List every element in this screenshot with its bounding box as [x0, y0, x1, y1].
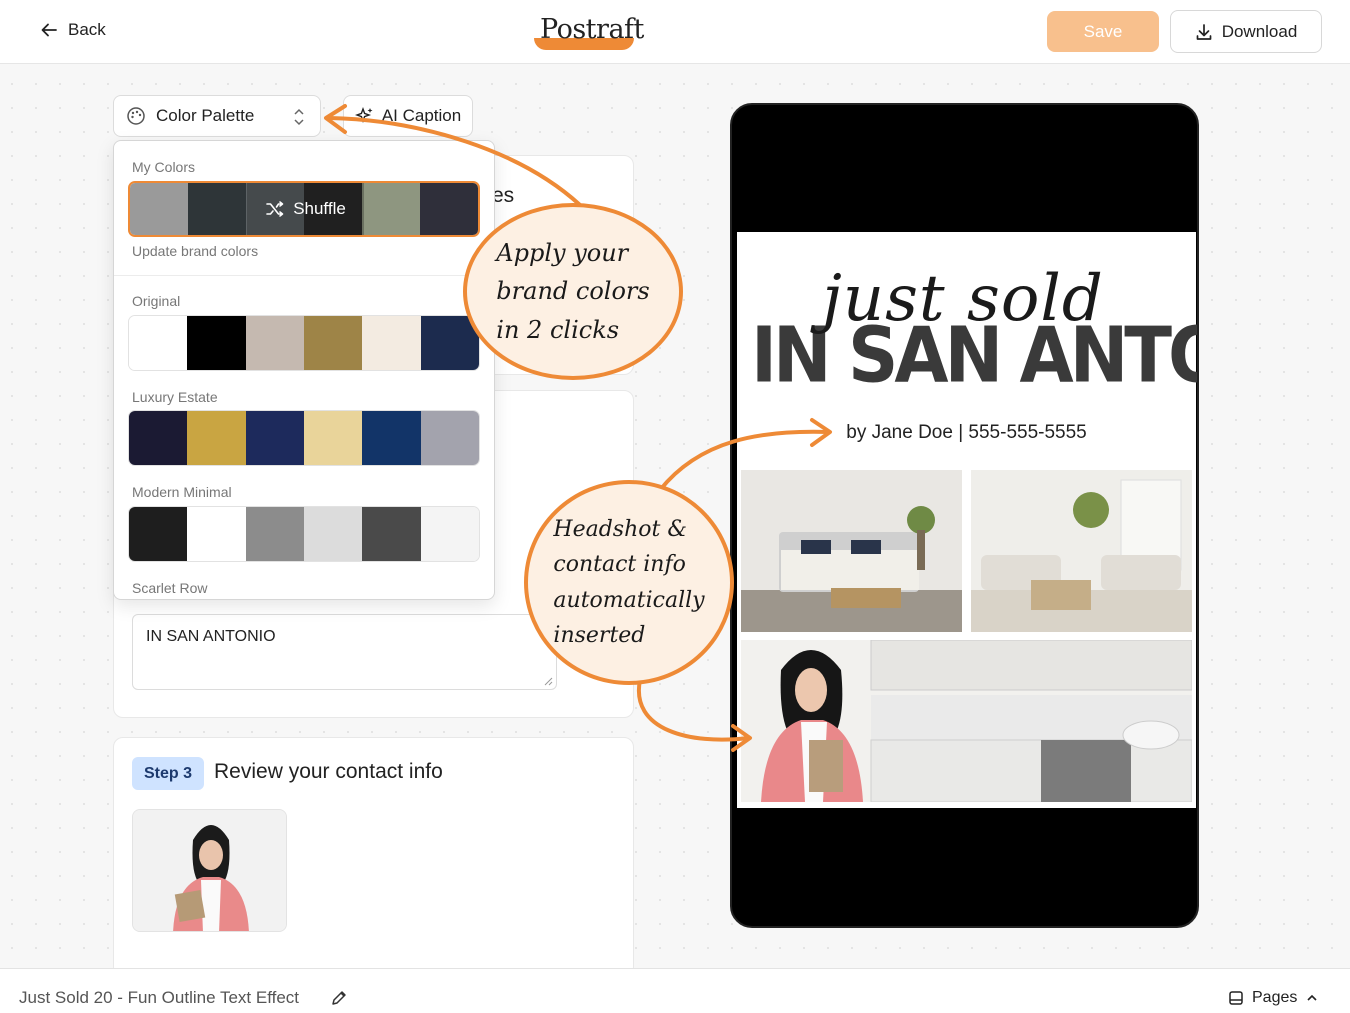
post-preview-phone: IN SAN ANTONIO just sold by Jane Doe | 5… [730, 103, 1199, 928]
bubble-line: contact info [553, 552, 686, 578]
color-swatch[interactable] [129, 411, 188, 465]
color-swatch[interactable] [420, 411, 479, 465]
bubble-line: Apply your [496, 238, 629, 267]
annotation-bubble-brand-colors: Apply your brand colors in 2 clicks [463, 203, 683, 380]
caption-text-field[interactable]: IN SAN ANTONIO [132, 614, 557, 690]
headshot-thumbnail[interactable] [132, 809, 287, 932]
pages-icon [1229, 991, 1243, 1005]
color-swatch[interactable] [245, 411, 304, 465]
save-button[interactable]: Save [1047, 11, 1159, 52]
pages-button[interactable]: Pages [1228, 989, 1319, 1007]
color-swatch[interactable] [188, 183, 246, 235]
download-icon [1196, 23, 1212, 40]
top-bar: Back Postraft Save Download [0, 0, 1350, 64]
color-swatch[interactable] [129, 316, 188, 370]
color-swatch[interactable] [362, 507, 421, 561]
color-swatch[interactable] [420, 183, 478, 235]
download-label: Download [1221, 21, 1298, 41]
color-swatch[interactable] [303, 411, 363, 465]
pencil-icon[interactable] [330, 989, 348, 1007]
bubble-line: Headshot & [553, 517, 687, 543]
palette-luxury-estate[interactable] [128, 410, 480, 466]
caption-text-value: IN SAN ANTONIO [146, 628, 276, 645]
color-swatch[interactable] [129, 507, 188, 561]
color-swatch[interactable] [303, 507, 363, 561]
logo-text: Postraft [540, 14, 644, 45]
palette-original[interactable] [128, 315, 480, 371]
back-label: Back [68, 20, 106, 39]
ai-caption-button[interactable]: AI Caption [343, 95, 473, 137]
update-brand-colors-link[interactable]: Update brand colors [132, 243, 258, 259]
download-button[interactable]: Download [1170, 10, 1322, 53]
color-swatch[interactable] [245, 316, 304, 370]
kitchen-photo [741, 640, 1192, 802]
living-room-photo [971, 470, 1192, 632]
color-swatch[interactable] [362, 411, 421, 465]
color-swatch[interactable] [362, 183, 420, 235]
color-swatch[interactable] [187, 507, 246, 561]
palette-dropdown: My Colors Shuffle Update brand colors Or… [113, 140, 495, 600]
pages-label: Pages [1252, 989, 1298, 1006]
color-swatch[interactable] [303, 316, 363, 370]
divider [114, 275, 494, 276]
shuffle-icon [266, 201, 284, 217]
palette-name: Original [132, 293, 181, 309]
my-colors-swatches[interactable]: Shuffle [128, 181, 480, 237]
annotation-bubble-headshot: Headshot & contact info automatically in… [524, 480, 734, 685]
headshot-image [133, 810, 286, 931]
poster-script-title: just sold [822, 262, 1104, 336]
color-swatch[interactable] [362, 316, 421, 370]
bedroom-photo [741, 470, 962, 632]
color-swatch[interactable] [420, 507, 479, 561]
shuffle-label: Shuffle [293, 199, 346, 218]
color-swatch[interactable] [245, 507, 304, 561]
bubble-line: automatically [553, 587, 705, 613]
document-title: Just Sold 20 - Fun Outline Text Effect [19, 988, 300, 1007]
sparkles-icon [354, 106, 373, 124]
resize-handle-icon[interactable] [543, 676, 553, 686]
bubble-line: in 2 clicks [496, 315, 620, 344]
palette-name: Modern Minimal [132, 484, 232, 500]
color-swatch[interactable] [130, 183, 188, 235]
ai-caption-label: AI Caption [381, 106, 462, 125]
palette-icon [127, 107, 145, 125]
my-colors-label: My Colors [132, 159, 196, 175]
chevron-up-down-icon [294, 108, 304, 126]
bubble-line: inserted [553, 622, 646, 648]
poster-canvas[interactable]: IN SAN ANTONIO just sold by Jane Doe | 5… [737, 232, 1197, 808]
poster-byline: by Jane Doe | 555-555-5555 [846, 422, 1087, 443]
color-palette-select[interactable]: Color Palette [113, 95, 321, 137]
arrow-left-icon [41, 23, 57, 37]
chevron-up-icon [1307, 994, 1317, 1001]
palette-select-value: Color Palette [156, 106, 255, 125]
step-chip: Step 3 [132, 757, 204, 790]
back-button[interactable]: Back [40, 20, 106, 40]
step-title: Review your contact info [214, 760, 443, 783]
palette-modern-minimal[interactable] [128, 506, 480, 562]
bubble-line: brand colors [496, 277, 650, 306]
color-swatch[interactable] [187, 316, 246, 370]
color-swatch[interactable] [187, 411, 246, 465]
step1-heading-partial: es [492, 184, 515, 207]
palette-name: Scarlet Row [132, 580, 208, 596]
palette-name: Luxury Estate [132, 389, 218, 405]
shuffle-button[interactable]: Shuffle [247, 183, 364, 235]
logo: Postraft [532, 8, 644, 54]
